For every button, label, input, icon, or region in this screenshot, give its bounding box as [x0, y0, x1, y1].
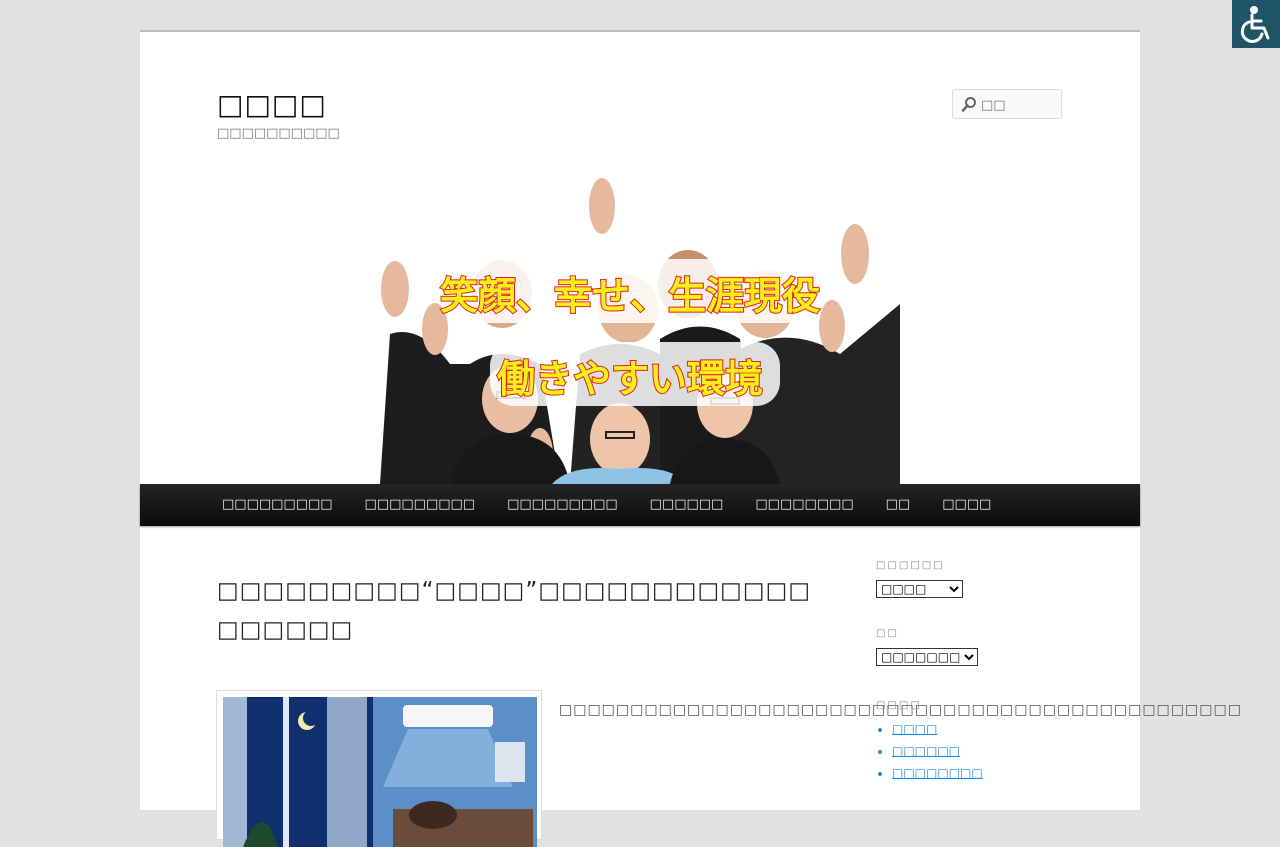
- list-item: □□□□□□□□: [892, 762, 1076, 784]
- archive-widget: □□□□□□ □□□□: [876, 560, 1076, 598]
- list-item: □□□□□□: [892, 740, 1076, 762]
- meta-link-1[interactable]: □□□□: [892, 722, 937, 736]
- banner-line1: 笑顔、幸せ、生涯現役: [440, 274, 820, 318]
- category-widget: □□ □□□□□□□□□: [876, 628, 1076, 666]
- main-navigation: □□□□□□□□□ □□□□□□□□□ □□□□□□□□□ □□□□□□ □□□…: [140, 484, 1140, 526]
- post-title-line1: □□□□□□□□□“□□□□”□□□□□□□□□□□□: [217, 578, 812, 604]
- banner-line2: 働きやすい環境: [497, 357, 763, 401]
- nav-item-7[interactable]: □□□□: [926, 484, 1007, 526]
- bedroom-night-image: [223, 697, 537, 847]
- archive-widget-title: □□□□□□: [876, 560, 945, 571]
- wheelchair-icon: [1240, 6, 1270, 43]
- site-description: □□□□□□□□□□: [217, 126, 340, 141]
- page-container: □□□□ □□□□□□□□□□ □□ 笑顔、幸せ、生涯現役 働きやすい環境 □□…: [140, 30, 1242, 847]
- category-dropdown[interactable]: □□□□□□□□□: [876, 648, 978, 666]
- people-photo: [380, 178, 900, 484]
- category-widget-title: □□: [876, 628, 899, 639]
- list-item: □□□□: [892, 718, 1076, 740]
- meta-widget-title: □□□□: [876, 700, 922, 711]
- post-title[interactable]: □□□□□□□□□“□□□□”□□□□□□□□□□□□ □□□□□□: [217, 572, 810, 650]
- nav-item-3[interactable]: □□□□□□□□□: [491, 484, 634, 526]
- header-banner-image: 笑顔、幸せ、生涯現役 働きやすい環境: [140, 164, 1140, 484]
- nav-item-2[interactable]: □□□□□□□□□: [349, 484, 492, 526]
- nav-item-6[interactable]: □□: [870, 484, 927, 526]
- meta-link-3[interactable]: □□□□□□□□: [892, 766, 983, 780]
- search-icon: [961, 97, 976, 112]
- sidebar: □□□□□□ □□□□ □□ □□□□□□□□□ □□□□ □□□□ □□□□□…: [876, 560, 1076, 784]
- site-title[interactable]: □□□□: [217, 88, 327, 121]
- search-input[interactable]: [979, 93, 1061, 117]
- post-thumbnail[interactable]: [216, 690, 542, 847]
- archive-dropdown[interactable]: □□□□: [876, 580, 963, 598]
- accessibility-button[interactable]: [1232, 0, 1280, 48]
- post-title-line2: □□□□□□: [217, 617, 354, 643]
- nav-item-1[interactable]: □□□□□□□□□: [206, 484, 349, 526]
- search-box[interactable]: [952, 89, 1062, 119]
- meta-link-2[interactable]: □□□□□□: [892, 744, 960, 758]
- nav-item-4[interactable]: □□□□□□: [634, 484, 740, 526]
- meta-widget: □□□□ □□□□ □□□□□□ □□□□□□□□: [876, 700, 1076, 784]
- post-excerpt: □□□□□□□□□□□□□□□□□□□□□□□□□□□□□□□□□□□□□□□□…: [559, 702, 1242, 718]
- nav-item-5[interactable]: □□□□□□□□: [739, 484, 869, 526]
